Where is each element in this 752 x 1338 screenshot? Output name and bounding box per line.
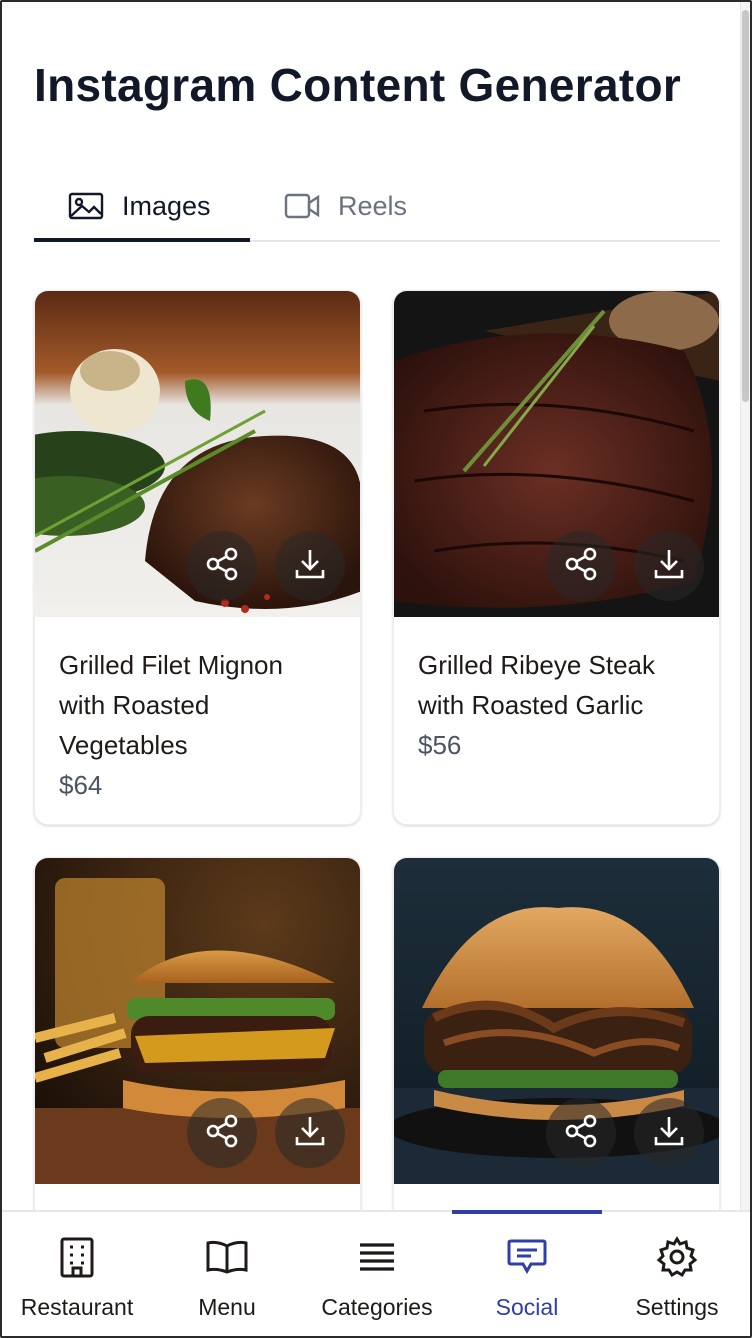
scrollbar[interactable] — [740, 2, 750, 1210]
content-type-tabs: Images Reels — [34, 170, 720, 242]
tab-reels-label: Reels — [338, 190, 408, 221]
menu-item-name: Grilled Ribeye Steak with Roasted Garlic — [418, 650, 655, 720]
mushroom-onion-burger-photo — [394, 858, 719, 1184]
ribeye-steak-photo — [394, 291, 719, 617]
book-icon — [205, 1236, 249, 1278]
tab-reels[interactable]: Reels — [284, 170, 407, 242]
nav-menu-label: Menu — [198, 1294, 256, 1320]
bottom-navigation: Restaurant Menu Categories Social Settin… — [2, 1210, 750, 1336]
nav-categories-label: Categories — [321, 1294, 433, 1320]
download-button[interactable] — [634, 1098, 704, 1168]
tab-images[interactable]: Images — [68, 170, 211, 242]
message-icon — [506, 1236, 548, 1278]
page-title: Instagram Content Generator — [34, 59, 682, 111]
menu-item-price: $56 — [418, 730, 462, 760]
share-button[interactable] — [187, 1098, 257, 1168]
menu-item-card[interactable] — [34, 857, 361, 1257]
download-icon — [651, 1113, 687, 1154]
filet-mignon-photo — [35, 291, 360, 617]
menu-item-name: Grilled Filet Mignon with Roasted Vegeta… — [59, 650, 283, 760]
menu-item-card[interactable]: Grilled Filet Mignon with Roasted Vegeta… — [34, 290, 361, 825]
menu-item-price: $64 — [59, 770, 103, 800]
share-icon — [563, 546, 599, 587]
image-icon — [68, 192, 104, 220]
download-icon — [292, 546, 328, 587]
building-icon — [57, 1236, 97, 1278]
share-button[interactable] — [546, 1098, 616, 1168]
scrollbar-thumb[interactable] — [742, 10, 749, 402]
share-button[interactable] — [187, 531, 257, 601]
nav-social-label: Social — [495, 1294, 559, 1320]
share-icon — [204, 1113, 240, 1154]
nav-social[interactable]: Social — [452, 1212, 602, 1336]
nav-restaurant[interactable]: Restaurant — [2, 1212, 152, 1336]
share-icon — [204, 546, 240, 587]
active-tab-indicator — [34, 238, 250, 242]
menu-item-card[interactable]: Grilled Ribeye Steak with Roasted Garlic… — [393, 290, 720, 825]
nav-settings[interactable]: Settings — [602, 1212, 750, 1336]
download-button[interactable] — [275, 531, 345, 601]
download-button[interactable] — [275, 1098, 345, 1168]
download-button[interactable] — [634, 531, 704, 601]
download-icon — [292, 1113, 328, 1154]
nav-categories[interactable]: Categories — [302, 1212, 452, 1336]
nav-menu[interactable]: Menu — [152, 1212, 302, 1336]
download-icon — [651, 546, 687, 587]
app-frame: Instagram Content Generator Images Reels — [0, 0, 752, 1338]
video-icon — [284, 192, 320, 220]
nav-restaurant-label: Restaurant — [20, 1294, 134, 1320]
gear-icon — [656, 1236, 698, 1278]
cheeseburger-fries-photo — [35, 858, 360, 1184]
share-button[interactable] — [546, 531, 616, 601]
list-icon — [357, 1236, 397, 1278]
tab-images-label: Images — [122, 190, 211, 221]
share-icon — [563, 1113, 599, 1154]
menu-item-card[interactable] — [393, 857, 720, 1257]
nav-settings-label: Settings — [635, 1294, 719, 1320]
